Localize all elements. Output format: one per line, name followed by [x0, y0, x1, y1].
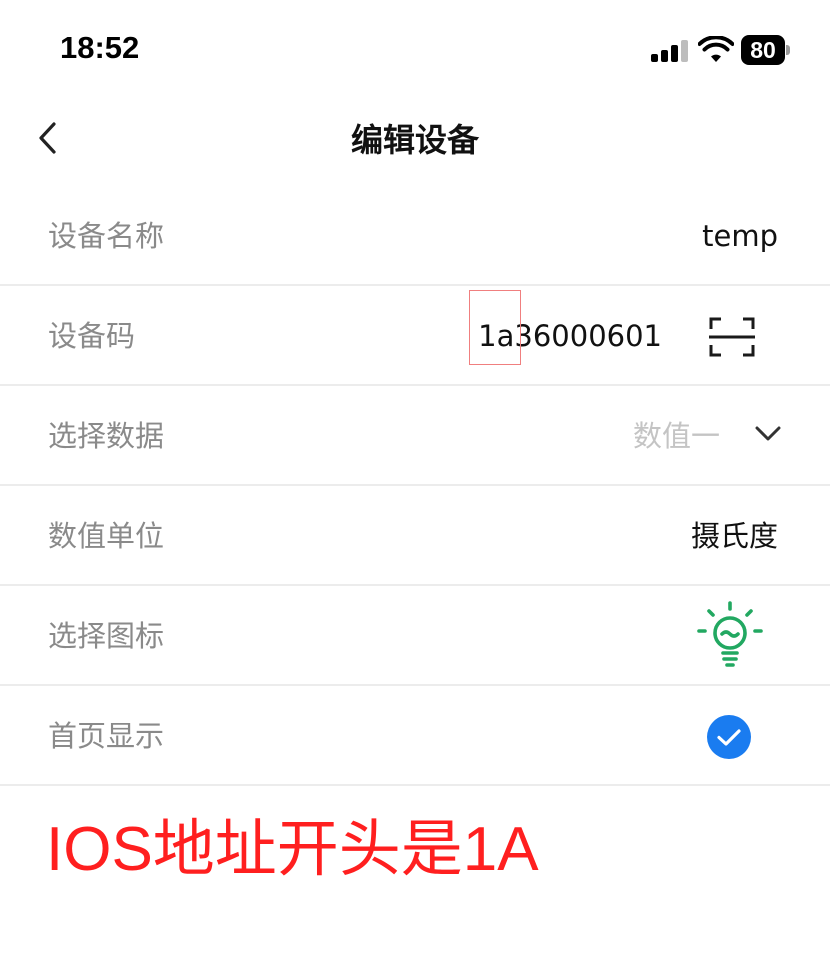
form-row-device-name[interactable]: 设备名称 temp — [0, 186, 830, 286]
cellular-signal-icon — [651, 38, 689, 62]
device-code-input[interactable]: 1a36000601 — [478, 286, 662, 386]
device-code-label: 设备码 — [48, 319, 136, 353]
scan-icon[interactable] — [709, 317, 755, 357]
nav-bar: 编辑设备 — [0, 96, 830, 186]
status-time: 18:52 — [60, 30, 140, 65]
battery-level: 80 — [750, 37, 776, 63]
device-name-label: 设备名称 — [48, 219, 165, 253]
icon-select-label: 选择图标 — [48, 619, 165, 653]
form-row-unit[interactable]: 数值单位 摄氏度 — [0, 486, 830, 586]
data-select-label: 选择数据 — [48, 419, 165, 453]
device-form: 设备名称 temp 设备码 1a36000601 选择数据 数值一 数值单位 摄… — [0, 186, 830, 786]
form-row-show-home[interactable]: 首页显示 — [0, 686, 830, 786]
checkmark-circle-icon[interactable] — [707, 715, 751, 759]
device-name-input[interactable]: temp — [702, 186, 778, 286]
form-row-data-select[interactable]: 选择数据 数值一 — [0, 386, 830, 486]
form-row-device-code: 设备码 1a36000601 — [0, 286, 830, 386]
annotation-text: IOS地址开头是1A — [46, 815, 539, 884]
unit-input[interactable]: 摄氏度 — [691, 486, 778, 586]
data-select-dropdown[interactable]: 数值一 — [633, 386, 720, 486]
page-title: 编辑设备 — [350, 121, 479, 159]
lightbulb-icon[interactable] — [695, 600, 765, 670]
status-bar: 18:52 80 — [0, 0, 830, 96]
unit-label: 数值单位 — [48, 519, 165, 553]
show-home-label: 首页显示 — [48, 719, 165, 753]
wifi-icon — [698, 36, 734, 62]
chevron-down-icon[interactable] — [754, 424, 782, 444]
battery-icon: 80 — [741, 35, 790, 65]
form-row-icon-select[interactable]: 选择图标 — [0, 586, 830, 686]
